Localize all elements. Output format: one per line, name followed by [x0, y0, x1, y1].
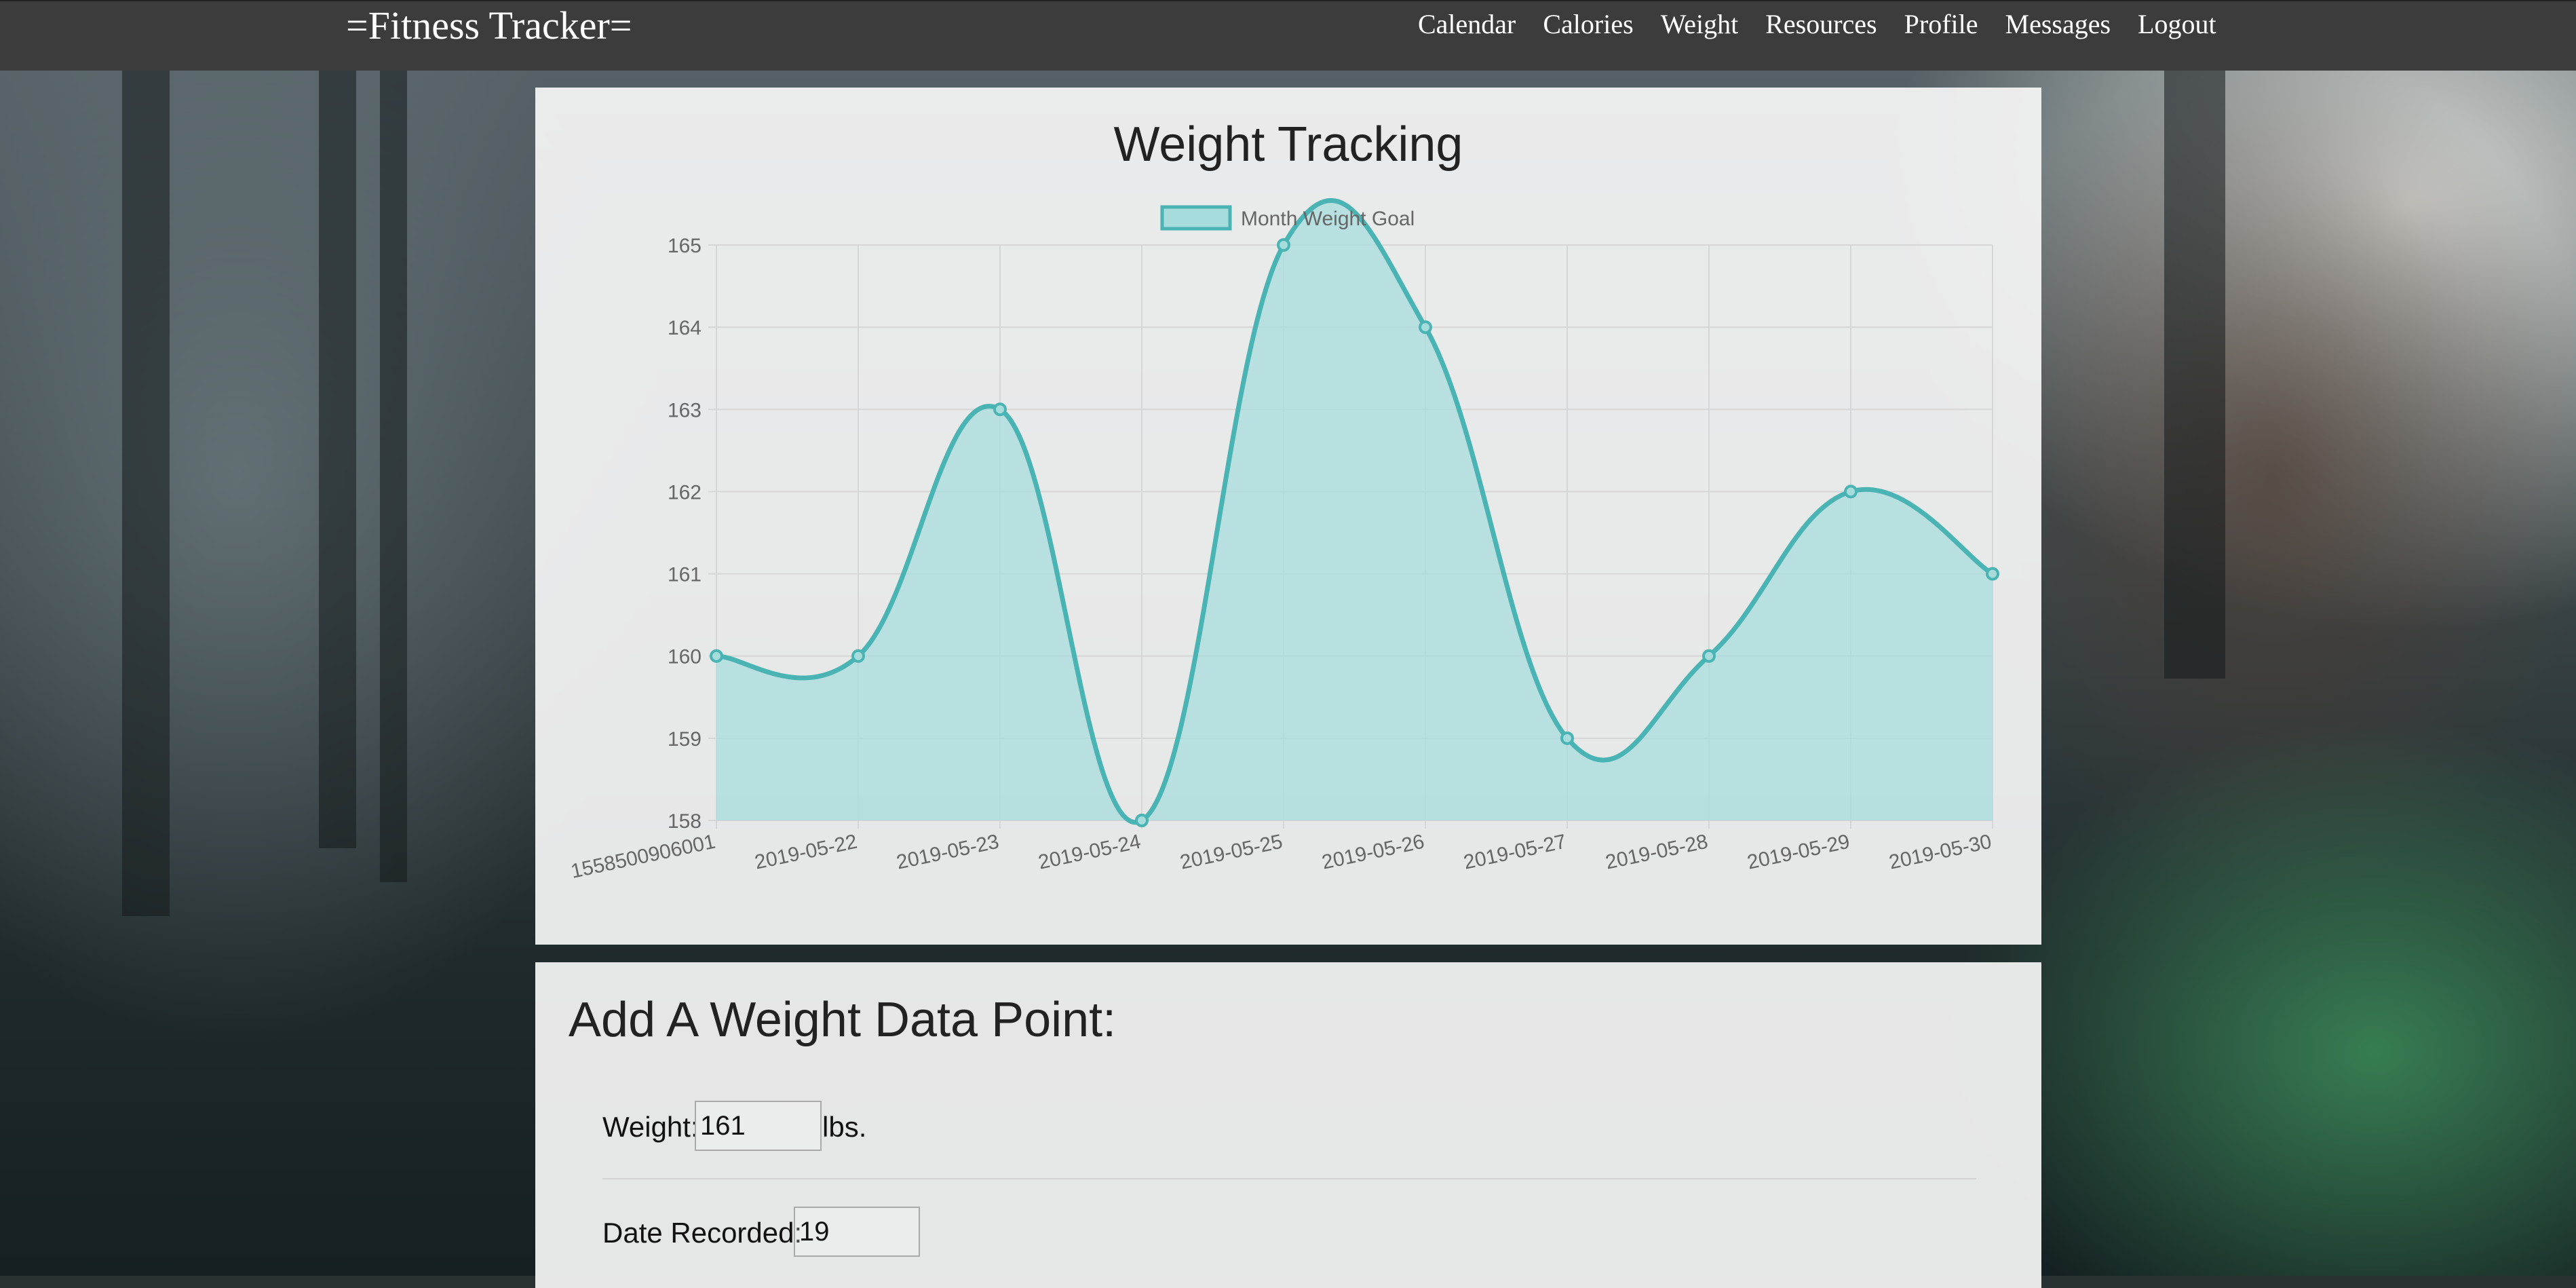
data-point — [1844, 485, 1858, 499]
data-point — [710, 649, 723, 663]
x-tick-label: 2019-05-29 — [1745, 831, 1851, 874]
data-point — [1702, 649, 1716, 663]
x-tick-label: 2019-05-27 — [1461, 831, 1568, 874]
data-point — [1277, 238, 1290, 252]
y-tick-label: 160 — [668, 646, 701, 668]
y-tick-label: 163 — [668, 399, 701, 421]
series-area-month-weight-goal — [716, 200, 1993, 822]
form-heading: Add A Weight Data Point: — [569, 993, 1117, 1047]
weight-unit-label: lbs. — [822, 1111, 867, 1143]
nav-link-calories[interactable]: Calories — [1543, 8, 1633, 40]
brand-title[interactable]: =Fitness Tracker= — [346, 3, 632, 48]
y-tick-label: 159 — [668, 728, 701, 751]
weight-chart: 158 159 160 161 162 163 164 165 1558500906001 201… — [569, 197, 1999, 883]
data-point — [1986, 567, 1999, 581]
weight-input[interactable] — [695, 1101, 822, 1151]
x-tick-label: 2019-05-23 — [894, 831, 1001, 874]
y-tick-label: 162 — [668, 481, 701, 504]
x-tick-label: 2019-05-26 — [1320, 831, 1426, 874]
data-point — [1135, 814, 1149, 827]
date-recorded-label: Date Recorded: — [602, 1217, 803, 1249]
nav-link-profile[interactable]: Profile — [1904, 8, 1978, 40]
legend-label: Month Weight Goal — [1241, 208, 1415, 230]
y-tick-label: 164 — [668, 317, 701, 339]
x-tick-label: 2019-05-30 — [1887, 831, 1993, 874]
data-point — [1560, 731, 1574, 745]
y-tick-label: 165 — [668, 235, 701, 257]
data-point — [993, 402, 1007, 417]
x-tick-label: 2019-05-22 — [752, 831, 859, 874]
weight-label: Weight: — [602, 1111, 699, 1143]
y-tick-label: 161 — [668, 564, 701, 586]
nav-link-calendar[interactable]: Calendar — [1418, 8, 1516, 40]
nav-links: Calendar Calories Weight Resources Profi… — [1418, 8, 2244, 40]
data-point — [1419, 320, 1432, 335]
y-tick-label: 158 — [668, 810, 701, 833]
x-tick-label: 2019-05-25 — [1178, 831, 1284, 874]
navbar: =Fitness Tracker= Calendar Calories Weig… — [0, 0, 2576, 71]
nav-link-weight[interactable]: Weight — [1661, 8, 1739, 40]
x-tick-label: 1558500906001 — [569, 831, 717, 883]
nav-link-logout[interactable]: Logout — [2138, 8, 2216, 40]
legend-swatch — [1160, 205, 1232, 231]
nav-link-messages[interactable]: Messages — [2005, 8, 2111, 40]
form-divider — [602, 1178, 1976, 1179]
x-tick-label: 2019-05-28 — [1603, 831, 1710, 874]
data-point — [851, 649, 865, 663]
date-recorded-input[interactable] — [794, 1207, 920, 1257]
nav-link-resources[interactable]: Resources — [1765, 8, 1877, 40]
x-tick-label: 2019-05-24 — [1036, 831, 1142, 874]
